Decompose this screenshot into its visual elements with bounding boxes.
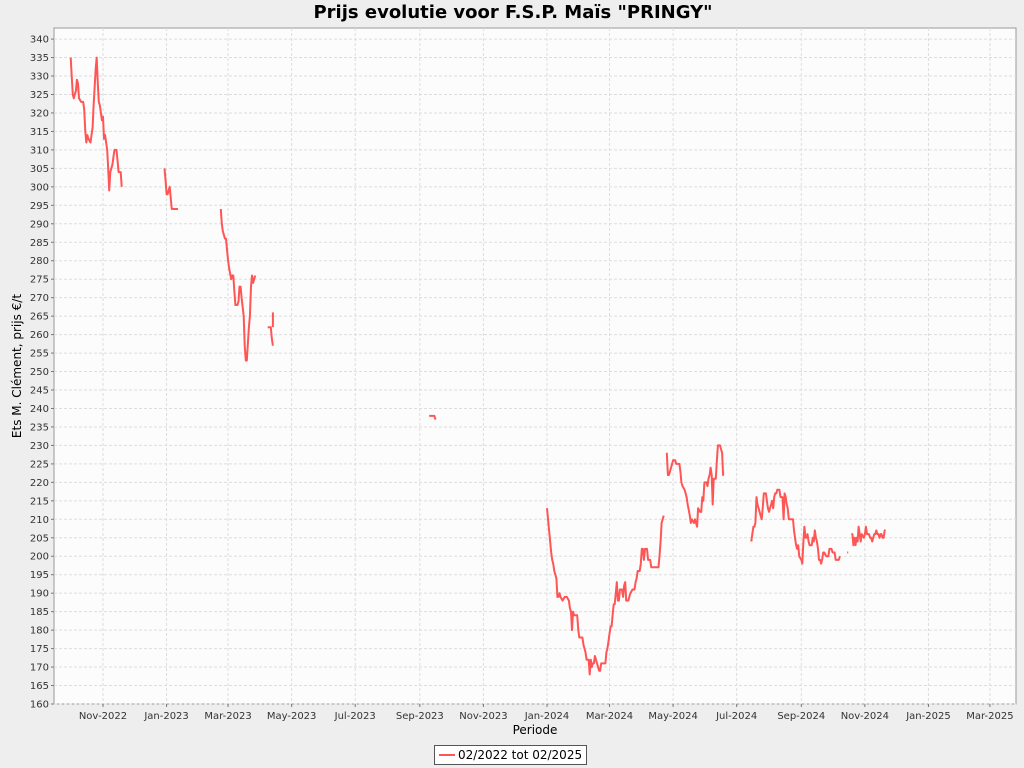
y-tick-label: 170	[30, 663, 49, 674]
x-axis-label: Periode	[513, 723, 558, 737]
y-tick-label: 230	[30, 441, 49, 452]
y-tick-label: 325	[30, 90, 49, 101]
y-tick-label: 210	[30, 515, 49, 526]
y-tick-label: 245	[30, 386, 49, 397]
y-tick-label: 270	[30, 293, 49, 304]
y-tick-label: 265	[30, 312, 49, 323]
x-tick-label: Jul-2024	[715, 711, 757, 722]
y-tick-label: 200	[30, 552, 49, 563]
y-tick-label: 165	[30, 681, 49, 692]
y-tick-label: 305	[30, 164, 49, 175]
y-tick-label: 190	[30, 589, 49, 600]
y-tick-label: 300	[30, 182, 49, 193]
y-tick-label: 340	[30, 35, 49, 46]
y-tick-label: 235	[30, 422, 49, 433]
legend-entry: 02/2022 tot 02/2025	[458, 748, 583, 762]
y-axis: 160 165 170 175 180 185 190 195 200 205 210 215 220 2…	[30, 35, 54, 711]
y-tick-label: 310	[30, 145, 49, 156]
x-tick-label: Jul-2023	[334, 711, 376, 722]
y-tick-label: 205	[30, 533, 49, 544]
y-tick-label: 295	[30, 201, 49, 212]
legend: 02/2022 tot 02/2025	[434, 745, 588, 765]
x-tick-label: Jan-2025	[905, 711, 950, 722]
x-tick-label: Mar-2023	[204, 711, 251, 722]
price-line-chart: Prijs evolutie voor F.S.P. Maïs "PRINGY"…	[10, 2, 1017, 737]
x-tick-label: May-2024	[648, 711, 698, 722]
x-tick-label: Sep-2023	[396, 711, 444, 722]
y-tick-label: 285	[30, 238, 49, 249]
x-tick-label: Mar-2024	[586, 711, 633, 722]
x-tick-label: Sep-2024	[777, 711, 825, 722]
y-tick-label: 175	[30, 644, 49, 655]
y-tick-label: 290	[30, 219, 49, 230]
x-axis: Nov-2022 Jan-2023 Mar-2023 May-2023 Jul-2023…	[79, 704, 1014, 722]
legend-swatch	[439, 754, 455, 756]
y-tick-label: 330	[30, 72, 49, 83]
y-tick-label: 240	[30, 404, 49, 415]
y-tick-label: 225	[30, 459, 49, 470]
x-tick-label: Jan-2024	[524, 711, 569, 722]
y-tick-label: 185	[30, 607, 49, 618]
y-tick-label: 335	[30, 53, 49, 64]
y-axis-label: Ets M. Clément, prijs €/t	[10, 294, 24, 438]
y-tick-label: 220	[30, 478, 49, 489]
y-tick-label: 315	[30, 127, 49, 138]
y-tick-label: 195	[30, 570, 49, 581]
y-tick-label: 320	[30, 108, 49, 119]
x-tick-label: Nov-2022	[79, 711, 127, 722]
y-tick-label: 160	[30, 700, 49, 711]
x-tick-label: Nov-2023	[459, 711, 507, 722]
y-tick-label: 250	[30, 367, 49, 378]
y-tick-label: 280	[30, 256, 49, 267]
x-tick-label: Nov-2024	[841, 711, 889, 722]
y-tick-label: 215	[30, 496, 49, 507]
y-tick-label: 180	[30, 626, 49, 637]
y-tick-label: 260	[30, 330, 49, 341]
chart-title: Prijs evolutie voor F.S.P. Maïs "PRINGY"	[313, 2, 712, 23]
x-tick-label: Jan-2023	[143, 711, 188, 722]
y-tick-label: 275	[30, 275, 49, 286]
y-tick-label: 255	[30, 349, 49, 360]
x-tick-label: Mar-2025	[966, 711, 1013, 722]
plot-area	[53, 27, 1017, 705]
x-tick-label: May-2023	[267, 711, 317, 722]
